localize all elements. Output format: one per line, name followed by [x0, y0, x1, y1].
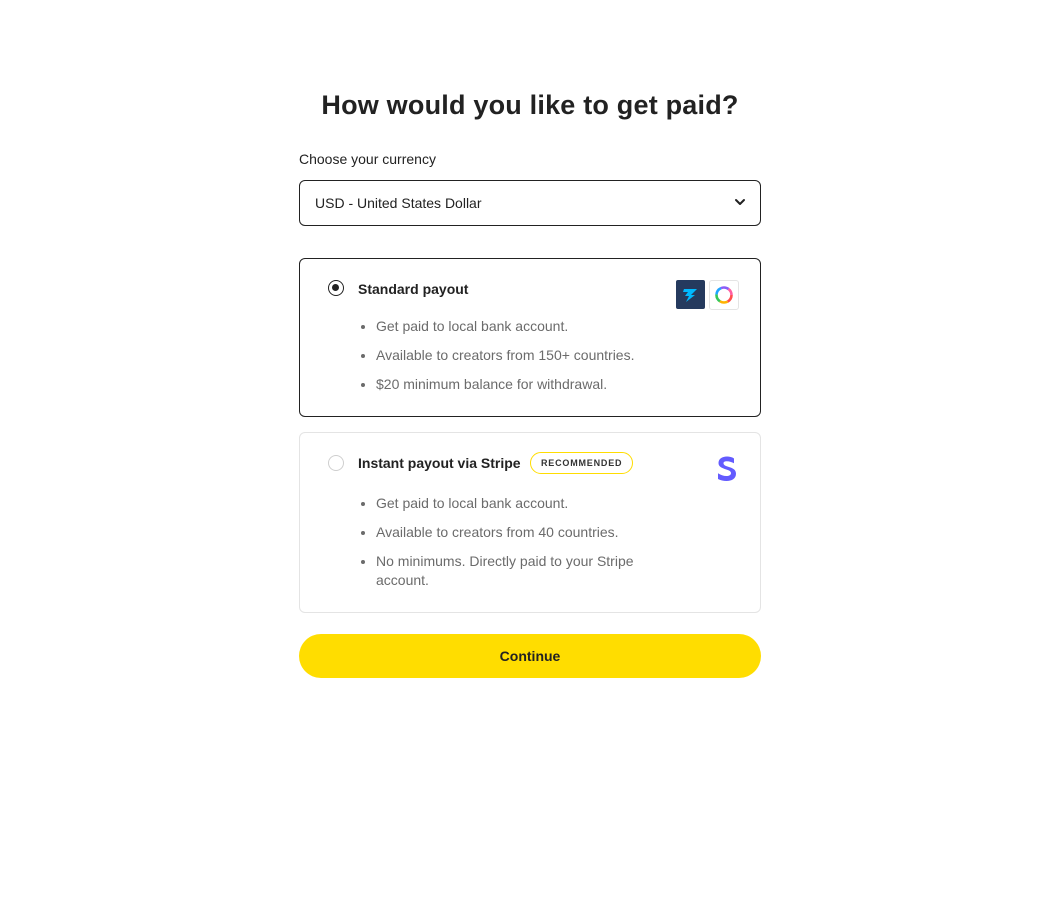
stripe-payout-title: Instant payout via Stripe	[358, 455, 521, 471]
standard-payout-option[interactable]: Standard payout Get paid to local bank a…	[299, 258, 761, 417]
currency-select-value: USD - United States Dollar	[315, 195, 482, 211]
currency-label: Choose your currency	[299, 151, 436, 167]
list-item: Available to creators from 40 countries.	[361, 523, 676, 542]
standard-payout-radio[interactable]	[328, 280, 344, 296]
currency-select[interactable]: USD - United States Dollar	[299, 180, 761, 226]
stripe-logo	[713, 449, 739, 485]
wise-logo	[676, 280, 705, 309]
continue-button[interactable]: Continue	[299, 634, 761, 678]
stripe-payout-radio[interactable]	[328, 455, 344, 471]
chevron-down-icon	[735, 199, 745, 205]
page-title: How would you like to get paid?	[321, 90, 739, 120]
standard-payout-bullets: Get paid to local bank account. Availabl…	[358, 317, 676, 404]
standard-payout-title: Standard payout	[358, 281, 469, 297]
stripe-payout-option[interactable]: Instant payout via Stripe RECOMMENDED Ge…	[299, 432, 761, 613]
list-item: Get paid to local bank account.	[361, 494, 676, 513]
list-item: No minimums. Directly paid to your Strip…	[361, 552, 676, 590]
payoneer-ring-logo	[709, 280, 739, 310]
stripe-payout-bullets: Get paid to local bank account. Availabl…	[358, 494, 676, 600]
list-item: $20 minimum balance for withdrawal.	[361, 375, 676, 394]
list-item: Get paid to local bank account.	[361, 317, 676, 336]
list-item: Available to creators from 150+ countrie…	[361, 346, 676, 365]
recommended-badge: RECOMMENDED	[530, 452, 634, 474]
